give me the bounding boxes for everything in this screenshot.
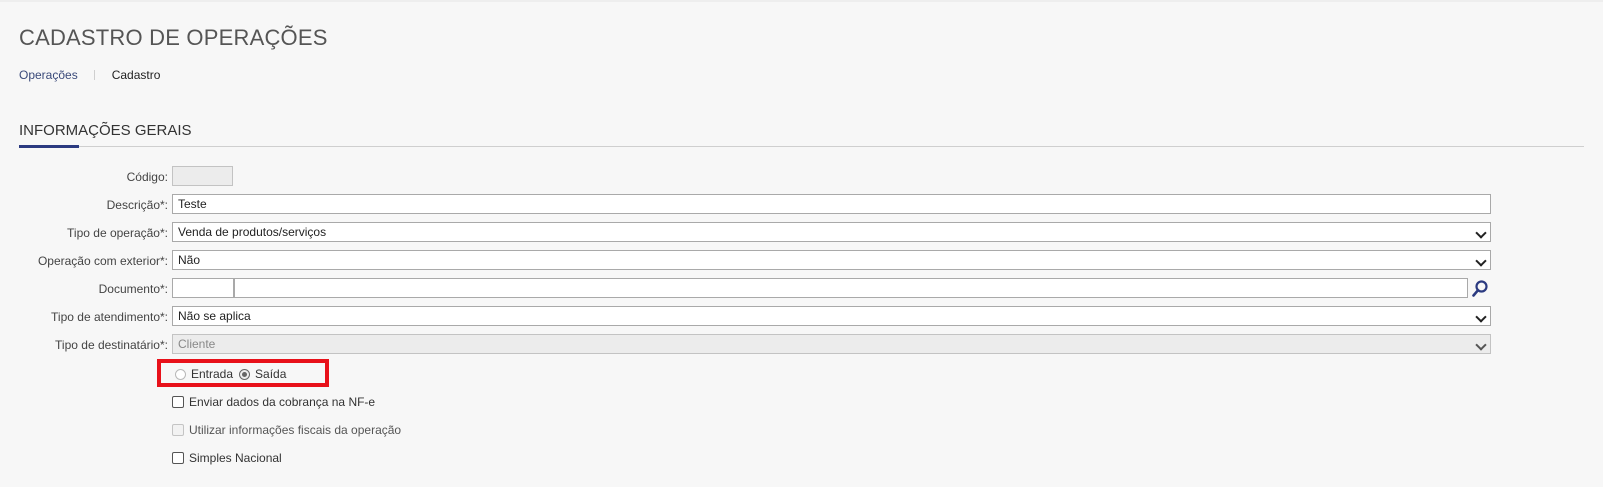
page-title: CADASTRO DE OPERAÇÕES bbox=[19, 25, 328, 50]
search-icon bbox=[1472, 280, 1488, 297]
codigo-field[interactable] bbox=[172, 166, 233, 186]
checkbox-utilizar-info-label: Utilizar informações fiscais da operação bbox=[189, 423, 402, 437]
tipo-atendimento-label: Tipo de atendimento*: bbox=[51, 310, 168, 324]
tipo-atendimento-select[interactable]: Não se aplica bbox=[172, 306, 1491, 326]
codigo-row: Código: bbox=[0, 166, 300, 188]
documento-label: Documento*: bbox=[98, 282, 168, 296]
tipo-destinatario-label: Tipo de destinatário*: bbox=[55, 338, 168, 352]
checkbox-enviar-cobranca[interactable] bbox=[172, 396, 184, 408]
tipo-destinatario-row: Tipo de destinatário*: Cliente bbox=[0, 334, 1500, 356]
tipo-atendimento-row: Tipo de atendimento*: Não se aplica bbox=[0, 306, 1500, 328]
direcao-radio-group: Entrada Saída bbox=[175, 367, 292, 381]
documento-code-field[interactable] bbox=[172, 278, 234, 298]
chevron-down-icon bbox=[1475, 339, 1487, 351]
radio-entrada-label: Entrada bbox=[191, 367, 234, 381]
direcao-highlight-box: Entrada Saída bbox=[157, 359, 329, 387]
checkbox-utilizar-info-fiscais[interactable] bbox=[172, 424, 184, 436]
radio-saida[interactable] bbox=[239, 368, 251, 380]
radio-entrada[interactable] bbox=[175, 368, 186, 380]
operacao-exterior-label: Operação com exterior*: bbox=[37, 254, 168, 268]
checkbox-utilizar-info-row: Utilizar informações fiscais da operação bbox=[172, 423, 401, 437]
checkbox-simples-nacional-label: Simples Nacional bbox=[189, 451, 282, 465]
documento-description-field[interactable] bbox=[234, 278, 1468, 298]
breadcrumb: Operações Cadastro bbox=[19, 68, 160, 82]
checkbox-simples-nacional[interactable] bbox=[172, 452, 184, 464]
tipo-atendimento-value: Não se aplica bbox=[178, 309, 251, 323]
section-accent-bar bbox=[19, 145, 79, 148]
breadcrumb-separator bbox=[93, 70, 95, 80]
tipo-operacao-label: Tipo de operação*: bbox=[67, 226, 168, 240]
descricao-label: Descrição*: bbox=[106, 198, 168, 212]
tipo-destinatario-value: Cliente bbox=[178, 337, 216, 351]
checkbox-simples-nacional-row: Simples Nacional bbox=[172, 451, 282, 465]
tipo-operacao-row: Tipo de operação*: Venda de produtos/ser… bbox=[0, 222, 1500, 244]
chevron-down-icon bbox=[1475, 227, 1487, 239]
breadcrumb-current: Cadastro bbox=[111, 68, 161, 82]
descricao-field[interactable]: Teste bbox=[172, 194, 1491, 214]
tipo-operacao-value: Venda de produtos/serviços bbox=[178, 225, 327, 239]
documento-row: Documento*: bbox=[0, 278, 1500, 300]
descricao-row: Descrição*: Teste bbox=[0, 194, 1500, 216]
section-title: INFORMAÇÕES GERAIS bbox=[19, 122, 192, 139]
checkbox-enviar-cobranca-row: Enviar dados da cobrança na NF-e bbox=[172, 395, 375, 409]
breadcrumb-operacoes-link[interactable]: Operações bbox=[19, 68, 78, 82]
operacao-exterior-row: Operação com exterior*: Não bbox=[0, 250, 1500, 272]
operacao-exterior-select[interactable]: Não bbox=[172, 250, 1491, 270]
codigo-label: Código: bbox=[126, 170, 168, 184]
tipo-operacao-select[interactable]: Venda de produtos/serviços bbox=[172, 222, 1491, 242]
top-divider bbox=[0, 0, 1603, 2]
operacao-exterior-value: Não bbox=[178, 253, 201, 267]
tipo-destinatario-select[interactable]: Cliente bbox=[172, 334, 1491, 354]
section-divider bbox=[19, 146, 1584, 147]
chevron-down-icon bbox=[1475, 311, 1487, 323]
chevron-down-icon bbox=[1475, 255, 1487, 267]
checkbox-enviar-cobranca-label: Enviar dados da cobrança na NF-e bbox=[189, 395, 376, 409]
radio-saida-label: Saída bbox=[255, 367, 287, 381]
documento-search-button[interactable] bbox=[1469, 278, 1491, 300]
